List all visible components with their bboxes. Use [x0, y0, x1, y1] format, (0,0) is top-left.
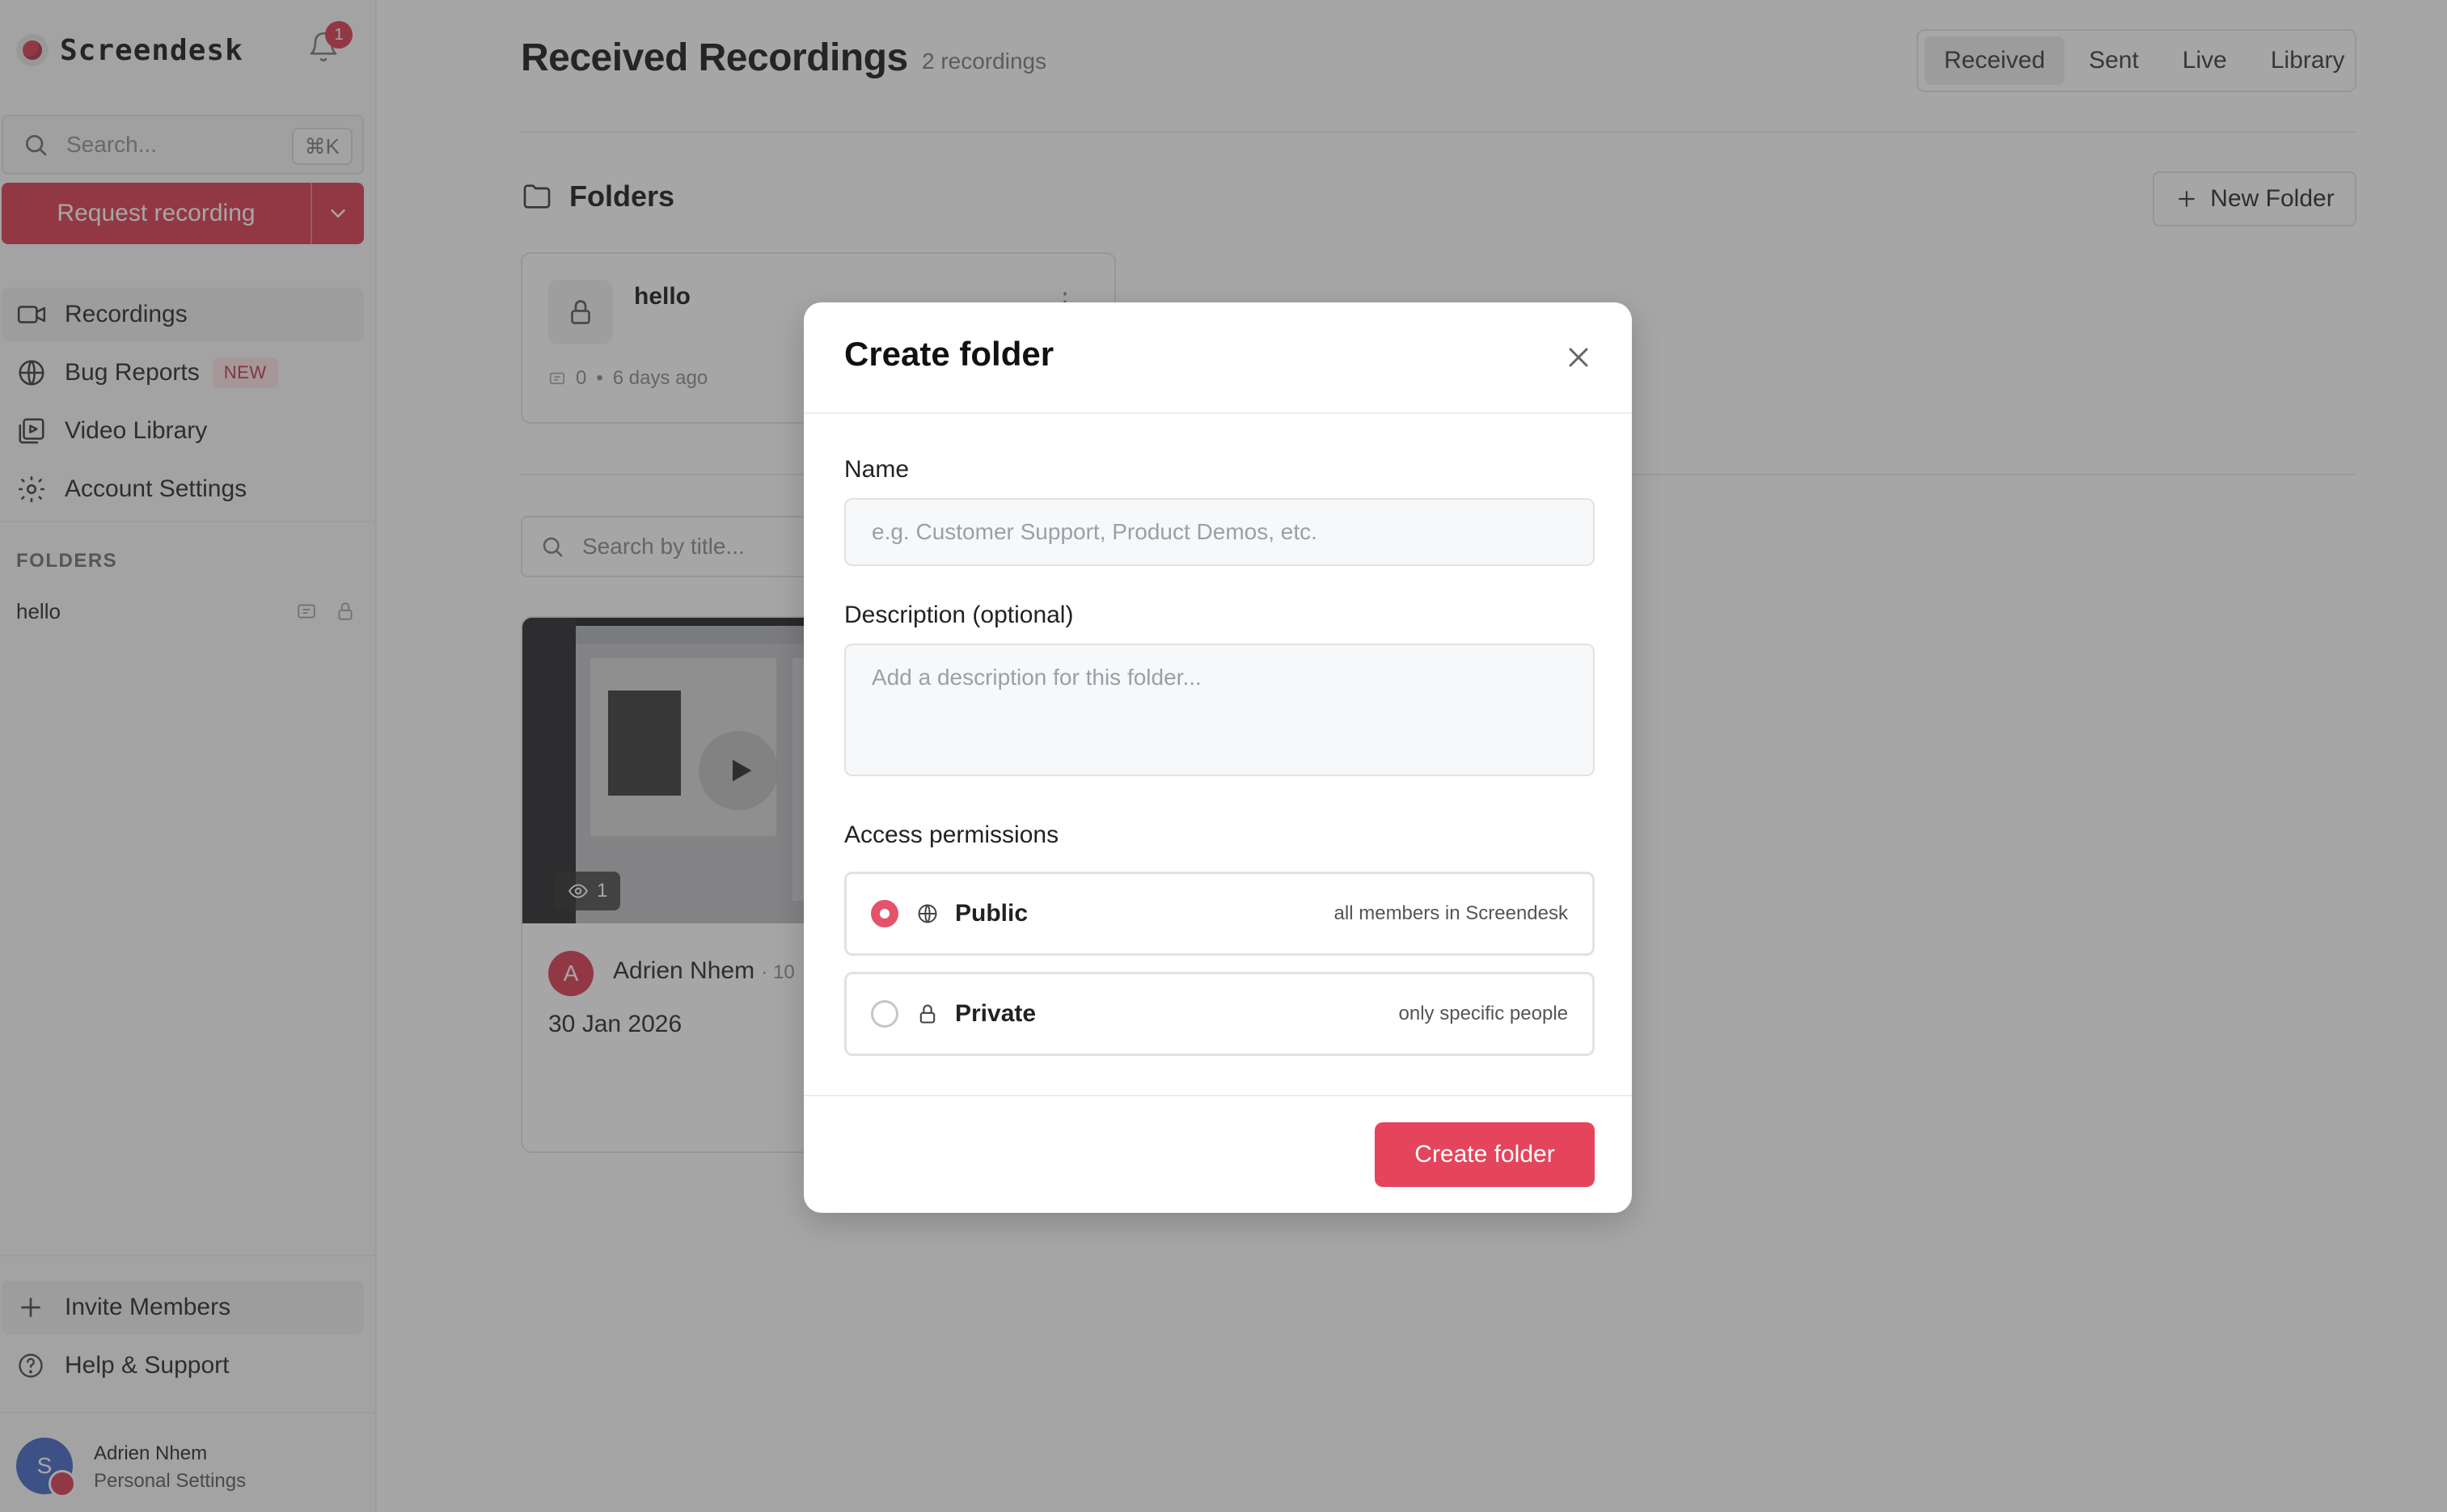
public-option-label: Public [955, 900, 1029, 927]
dialog-title: Create folder [844, 335, 1054, 373]
permission-option-private[interactable]: Private only specific people [844, 972, 1595, 1056]
close-button[interactable] [1562, 341, 1595, 374]
lock-icon [919, 1004, 936, 1024]
private-option-label: Private [955, 1000, 1037, 1027]
permission-option-public[interactable]: Public all members in Screendesk [844, 872, 1595, 956]
public-option-description: all members in Screendesk [1333, 902, 1568, 924]
name-label: Name [844, 456, 910, 483]
folder-description-input[interactable]: Add a description for this folder... [844, 644, 1595, 776]
description-label: Description (optional) [844, 602, 1074, 628]
divider [804, 1095, 1632, 1096]
create-folder-dialog: Create folder Name e.g. Customer Support… [804, 302, 1632, 1213]
create-folder-submit-button[interactable]: Create folder [1375, 1122, 1595, 1187]
close-icon [1569, 348, 1588, 367]
divider [804, 412, 1632, 414]
folder-name-input[interactable]: e.g. Customer Support, Product Demos, et… [844, 498, 1595, 566]
private-radio[interactable] [871, 1000, 898, 1028]
access-permissions-label: Access permissions [844, 821, 1059, 848]
private-option-description: only specific people [1398, 1003, 1568, 1024]
public-radio[interactable] [871, 900, 898, 927]
globe-icon [918, 904, 937, 923]
